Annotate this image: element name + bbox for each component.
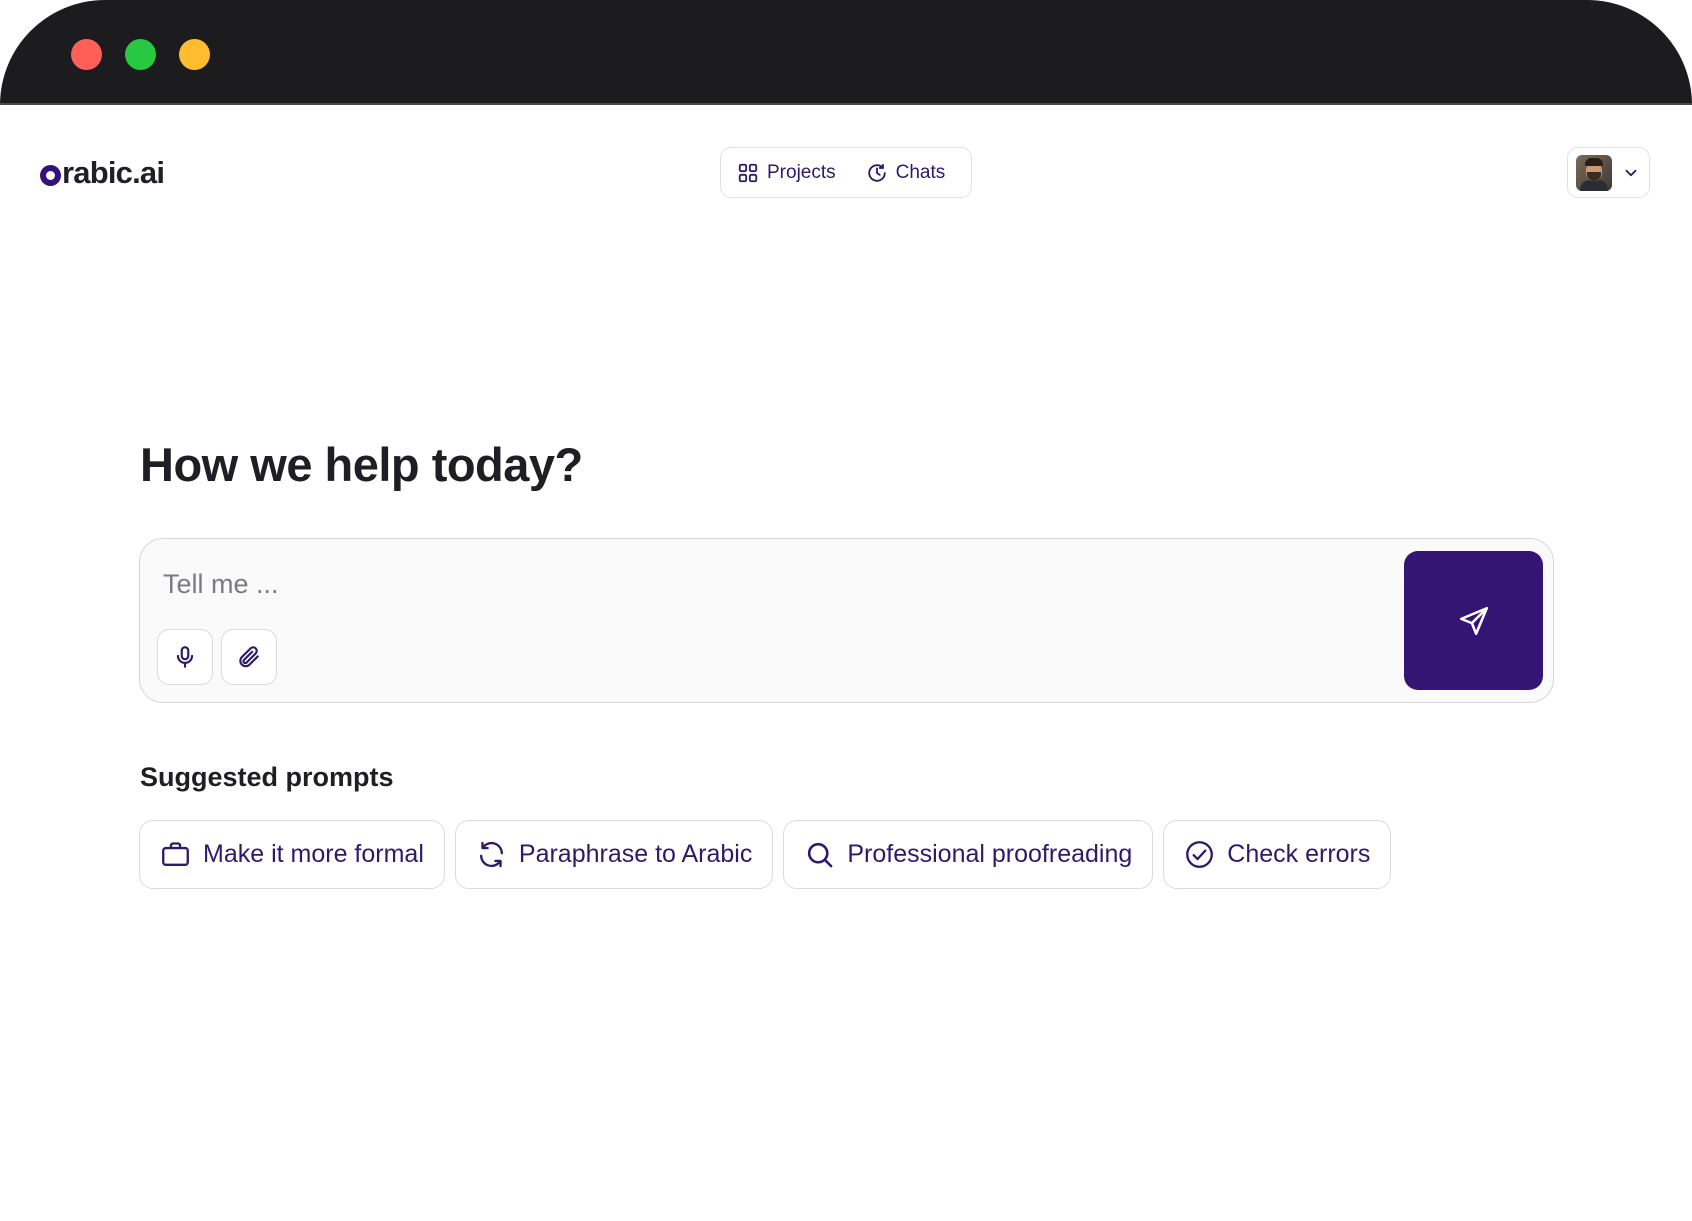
- app-logo[interactable]: rabic.ai: [40, 153, 165, 193]
- refresh-icon: [479, 841, 503, 868]
- zoom-window-button[interactable]: [125, 39, 156, 70]
- nav-item-projects[interactable]: Projects: [737, 162, 836, 184]
- nav-item-chats[interactable]: Chats: [866, 161, 946, 184]
- briefcase-icon: [162, 842, 189, 866]
- search-icon: [808, 842, 833, 868]
- microphone-icon: [176, 646, 194, 668]
- attach-button[interactable]: [221, 629, 277, 685]
- microphone-button[interactable]: [157, 629, 213, 685]
- check-circle-icon: [1186, 841, 1214, 868]
- logo-text: rabic.ai: [62, 155, 165, 190]
- prompt-chip-proofreading[interactable]: Professional proofreading: [783, 820, 1154, 889]
- history-clock-icon: [867, 163, 886, 182]
- send-button[interactable]: [1404, 551, 1543, 690]
- grid-icon: [738, 163, 758, 182]
- prompt-chip-paraphrase[interactable]: Paraphrase to Arabic: [454, 820, 774, 889]
- prompt-chip-make-formal[interactable]: Make it more formal: [139, 820, 445, 889]
- window-titlebar: [0, 0, 1692, 105]
- nav-item-label: Chats: [895, 161, 946, 183]
- browser-window: rabic.ai Projects Chats How we help toda…: [0, 0, 1692, 1221]
- top-nav: Projects Chats: [720, 147, 972, 198]
- close-window-button[interactable]: [71, 39, 102, 70]
- avatar: [1576, 154, 1612, 191]
- paperclip-icon: [239, 646, 259, 668]
- nav-item-label: Projects: [767, 161, 836, 183]
- suggested-prompts-list: Make it more formal Paraphrase to Arabic…: [139, 820, 1392, 889]
- chip-label: Make it more formal: [203, 840, 424, 868]
- chip-label: Professional proofreading: [847, 840, 1133, 868]
- page-title: How we help today?: [140, 438, 583, 491]
- chip-label: Paraphrase to Arabic: [518, 840, 753, 868]
- profile-menu-button[interactable]: [1567, 147, 1650, 198]
- suggested-prompts-title: Suggested prompts: [140, 762, 394, 792]
- logo-mark-icon: [40, 164, 61, 186]
- chevron-down-icon: [1625, 169, 1637, 176]
- minimize-window-button[interactable]: [179, 39, 210, 70]
- chip-label: Check errors: [1227, 840, 1371, 868]
- prompt-composer: [139, 538, 1554, 703]
- prompt-input[interactable]: [163, 564, 1363, 604]
- send-icon: [1459, 606, 1488, 635]
- prompt-chip-check-errors[interactable]: Check errors: [1163, 820, 1392, 889]
